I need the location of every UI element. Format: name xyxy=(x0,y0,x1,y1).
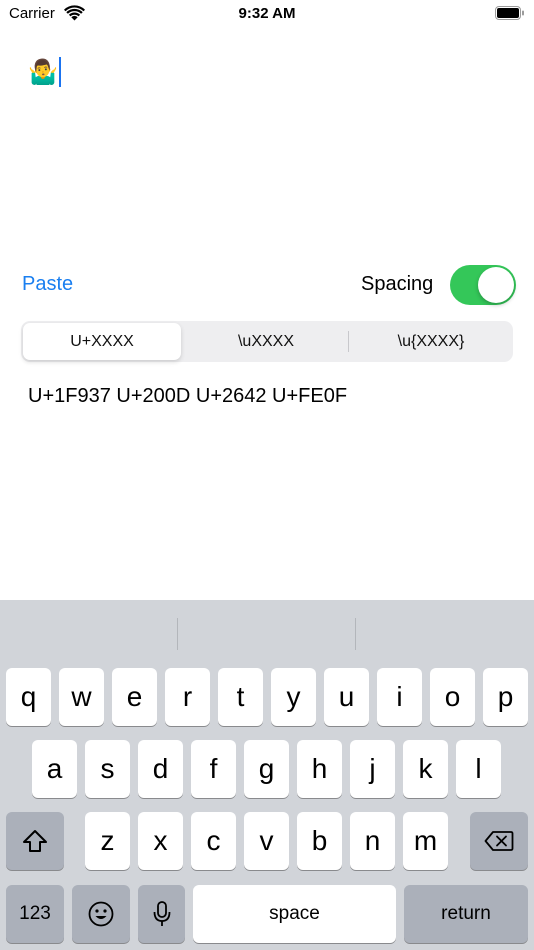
paste-button[interactable]: Paste xyxy=(22,273,73,296)
status-bar: Carrier 9:32 AM xyxy=(0,0,534,30)
key-x[interactable]: x xyxy=(138,812,183,870)
key-j[interactable]: j xyxy=(350,740,395,798)
key-c[interactable]: c xyxy=(191,812,236,870)
key-l[interactable]: l xyxy=(456,740,501,798)
suggestion-divider xyxy=(177,618,178,650)
key-p[interactable]: p xyxy=(483,668,528,726)
keyboard: q w e r t y u i o p a s d f g h j k l z … xyxy=(0,600,534,950)
key-v[interactable]: v xyxy=(244,812,289,870)
key-d[interactable]: d xyxy=(138,740,183,798)
space-key[interactable]: space xyxy=(193,885,396,943)
key-m[interactable]: m xyxy=(403,812,448,870)
key-i[interactable]: i xyxy=(377,668,422,726)
emoji-key[interactable] xyxy=(72,885,130,943)
key-t[interactable]: t xyxy=(218,668,263,726)
key-e[interactable]: e xyxy=(112,668,157,726)
key-s[interactable]: s xyxy=(85,740,130,798)
emoji-text-view[interactable]: 🤷‍♂️ xyxy=(28,56,61,88)
key-z[interactable]: z xyxy=(85,812,130,870)
delete-icon xyxy=(484,831,514,851)
key-h[interactable]: h xyxy=(297,740,342,798)
key-a[interactable]: a xyxy=(32,740,77,798)
key-g[interactable]: g xyxy=(244,740,289,798)
shift-icon xyxy=(23,830,47,852)
codepoint-output: U+1F937 U+200D U+2642 U+FE0F xyxy=(28,385,348,407)
key-y[interactable]: y xyxy=(271,668,316,726)
key-k[interactable]: k xyxy=(403,740,448,798)
key-o[interactable]: o xyxy=(430,668,475,726)
return-key[interactable]: return xyxy=(404,885,528,943)
toggle-knob xyxy=(478,267,514,303)
key-u[interactable]: u xyxy=(324,668,369,726)
key-n[interactable]: n xyxy=(350,812,395,870)
key-f[interactable]: f xyxy=(191,740,236,798)
key-q[interactable]: q xyxy=(6,668,51,726)
spacing-toggle[interactable] xyxy=(450,265,516,305)
suggestion-divider xyxy=(355,618,356,650)
segment-backslash-u[interactable]: \uXXXX xyxy=(187,323,345,360)
spacing-label: Spacing xyxy=(361,273,434,295)
segment-u-plus[interactable]: U+XXXX xyxy=(23,323,181,360)
delete-key[interactable] xyxy=(470,812,528,870)
text-content: 🤷‍♂️ xyxy=(28,58,58,86)
microphone-icon xyxy=(153,901,170,926)
battery-icon xyxy=(495,6,524,20)
segment-divider xyxy=(348,331,349,352)
segment-backslash-u-braces[interactable]: \u{XXXX} xyxy=(352,323,510,360)
numbers-key[interactable]: 123 xyxy=(6,885,64,943)
clock: 9:32 AM xyxy=(238,5,296,22)
format-segmented-control: U+XXXX \uXXXX \u{XXXX} xyxy=(21,321,513,362)
key-r[interactable]: r xyxy=(165,668,210,726)
shift-key[interactable] xyxy=(6,812,64,870)
key-w[interactable]: w xyxy=(59,668,104,726)
microphone-key[interactable] xyxy=(138,885,185,943)
text-caret xyxy=(58,57,61,87)
key-b[interactable]: b xyxy=(297,812,342,870)
emoji-icon xyxy=(88,901,114,927)
